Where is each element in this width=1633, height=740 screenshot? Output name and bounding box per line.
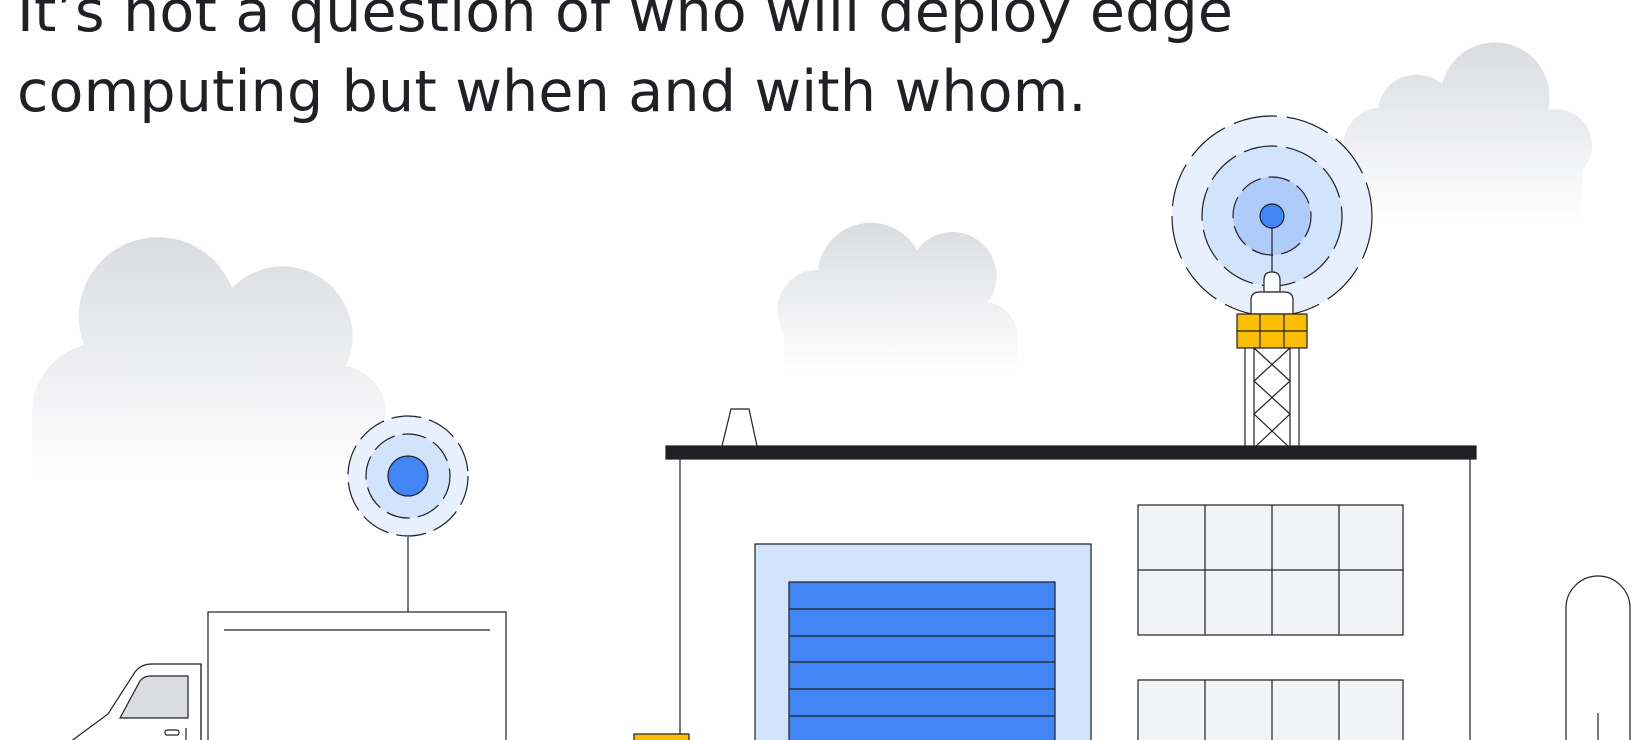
signal-wave-icon (347, 415, 469, 612)
edge-computing-illustration (32, 42, 1631, 740)
cloud-icon (32, 237, 386, 480)
warehouse-building-icon (665, 445, 1477, 740)
cloud-icon (777, 222, 1018, 372)
cloud-icon (1343, 42, 1593, 222)
delivery-truck-icon (71, 611, 507, 740)
rooftop-vent (721, 408, 758, 447)
yellow-crate (633, 733, 690, 740)
right-post (1565, 575, 1631, 740)
